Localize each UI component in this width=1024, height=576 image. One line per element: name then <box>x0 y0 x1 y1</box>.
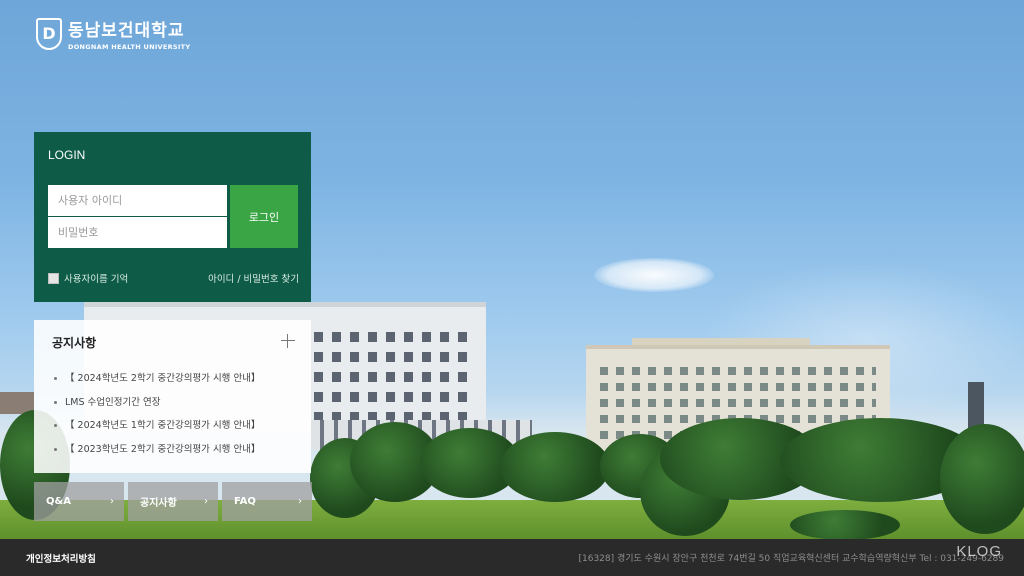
footer-address: [16328] 경기도 수원시 장안구 천천로 74번길 50 직업교육혁신센터… <box>578 554 1004 564</box>
notice-item-text: 【 2024학년도 1학기 중간강의평가 시행 안내】 <box>65 420 261 431</box>
notice-item[interactable]: 【 2024학년도 2학기 중간강의평가 시행 안내】 <box>52 367 293 391</box>
notice-item[interactable]: 【 2024학년도 1학기 중간강의평가 시행 안내】 <box>52 414 293 438</box>
find-id-password-link[interactable]: 아이디 / 비밀번호 찾기 <box>208 271 299 285</box>
footer: 개인정보처리방침 [16328] 경기도 수원시 장안구 천천로 74번길 50… <box>0 539 1024 576</box>
username-input[interactable] <box>48 185 227 216</box>
bullet-icon <box>54 424 57 427</box>
watermark: KLOG <box>956 543 1002 560</box>
chevron-right-icon: › <box>298 496 302 507</box>
university-logo[interactable]: D 동남보건대학교 DONGNAM HEALTH UNIVERSITY <box>36 16 190 51</box>
chevron-right-icon: › <box>204 496 208 507</box>
remember-label: 사용자이름 기억 <box>64 274 129 285</box>
notice-list: 【 2024학년도 2학기 중간강의평가 시행 안내】 LMS 수업인정기간 연… <box>52 367 293 461</box>
cloud <box>594 258 714 292</box>
notice-button[interactable]: 공지사항 › <box>128 482 218 521</box>
remember-checkbox[interactable] <box>48 272 59 284</box>
notice-item[interactable]: 【 2023학년도 2학기 중간강의평가 시행 안내】 <box>52 438 293 462</box>
notice-item-text: 【 2023학년도 2학기 중간강의평가 시행 안내】 <box>65 443 261 455</box>
notice-item-text: LMS 수업인정기간 연장 <box>65 396 161 408</box>
login-title: LOGIN <box>48 148 86 162</box>
bullet-icon <box>54 447 57 451</box>
emblem-icon: D <box>36 17 62 50</box>
remember-username[interactable]: 사용자이름 기억 <box>48 271 128 285</box>
bullet-icon <box>54 400 57 404</box>
chevron-right-icon: › <box>110 496 114 507</box>
login-button[interactable]: 로그인 <box>230 185 298 248</box>
qna-label: Q&A <box>46 496 71 507</box>
login-panel: LOGIN 로그인 사용자이름 기억 아이디 / 비밀번호 찾기 <box>34 132 311 302</box>
notice-item[interactable]: LMS 수업인정기간 연장 <box>52 391 293 415</box>
plus-icon[interactable] <box>281 334 295 348</box>
logo-name-kr: 동남보건대학교 <box>68 21 185 41</box>
notice-label: 공지사항 <box>140 498 177 509</box>
login-fields <box>48 185 227 248</box>
notice-item-text: 【 2024학년도 2학기 중간강의평가 시행 안내】 <box>65 373 261 384</box>
faq-button[interactable]: FAQ › <box>222 482 312 521</box>
bullet-icon <box>54 377 57 380</box>
password-input[interactable] <box>48 217 227 248</box>
logo-text: 동남보건대학교 DONGNAM HEALTH UNIVERSITY <box>68 16 190 51</box>
notice-title: 공지사항 <box>52 336 97 350</box>
faq-label: FAQ <box>234 496 256 507</box>
privacy-policy-link[interactable]: 개인정보처리방침 <box>26 551 96 565</box>
notice-panel: 공지사항 【 2024학년도 2학기 중간강의평가 시행 안내】 LMS 수업인… <box>34 320 311 473</box>
logo-name-en: DONGNAM HEALTH UNIVERSITY <box>68 43 191 51</box>
qna-button[interactable]: Q&A › <box>34 482 124 521</box>
